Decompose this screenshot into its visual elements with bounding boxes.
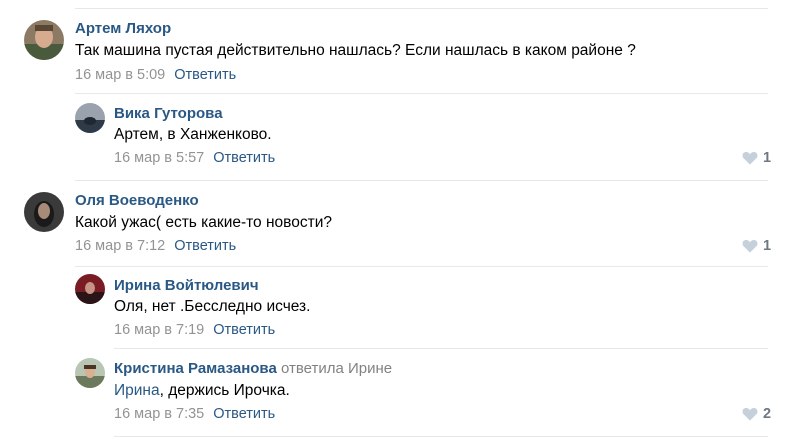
avatar[interactable] [24, 192, 64, 232]
avatar-photo [75, 274, 105, 304]
like-button[interactable]: 2 [742, 405, 771, 423]
comment-header: Артем Ляхор [75, 20, 171, 38]
comment-text: Ирина, держись Ирочка. [114, 381, 290, 401]
like-count: 1 [763, 238, 772, 254]
comment-meta: 16 мар в 7:12 Ответить [75, 237, 236, 255]
comment-item: Кристина Рамазанова ответила Ирине Ирина… [0, 348, 800, 436]
comment-header: Ирина Войтюлевич [114, 277, 259, 295]
comment-meta: 16 мар в 5:09 Ответить [75, 66, 236, 84]
avatar[interactable] [75, 358, 105, 388]
reply-button[interactable]: Ответить [213, 322, 275, 338]
avatar-photo [24, 192, 64, 232]
comment-date[interactable]: 16 мар в 7:12 [75, 238, 165, 254]
comment-item: Вика Гуторова Артем, в Ханженково. 16 ма… [0, 93, 800, 180]
comment-item: Оля Воеводенко Какой ужас( есть какие-то… [0, 180, 800, 266]
avatar[interactable] [75, 274, 105, 304]
avatar-photo [75, 103, 105, 133]
comment-meta: 16 мар в 7:35 Ответить [114, 405, 275, 423]
heart-icon [742, 407, 758, 421]
like-button[interactable]: 1 [742, 237, 771, 255]
divider [114, 436, 768, 437]
author-link[interactable]: Оля Воеводенко [75, 192, 199, 209]
author-link[interactable]: Артем Ляхор [75, 20, 171, 37]
avatar[interactable] [24, 20, 64, 60]
comment-item: Артем Ляхор Так машина пустая действител… [0, 0, 800, 93]
reply-button[interactable]: Ответить [174, 67, 236, 83]
comment-text: Какой ужас( есть какие-то новости? [75, 214, 332, 231]
comment-text: Оля, нет .Бесследно исчез. [114, 298, 311, 315]
comment-date[interactable]: 16 мар в 5:57 [114, 150, 204, 166]
replied-to-label[interactable]: ответила Ирине [281, 360, 392, 377]
mention-link[interactable]: Ирина [114, 382, 160, 399]
comment-item: Ирина Войтюлевич Оля, нет .Бесследно исч… [0, 266, 800, 348]
comment-text: Артем, в Ханженково. [114, 126, 272, 143]
comment-header: Кристина Рамазанова ответила Ирине [114, 360, 392, 378]
like-count: 2 [763, 406, 772, 422]
author-link[interactable]: Кристина Рамазанова [114, 360, 277, 377]
reply-button[interactable]: Ответить [174, 238, 236, 254]
like-count: 1 [763, 150, 772, 166]
comment-text: Так машина пустая действительно нашлась?… [75, 42, 636, 59]
comment-date[interactable]: 16 мар в 5:09 [75, 67, 165, 83]
comment-meta: 16 мар в 5:57 Ответить [114, 149, 275, 167]
comment-date[interactable]: 16 мар в 7:35 [114, 406, 204, 422]
reply-button[interactable]: Ответить [213, 406, 275, 422]
like-button[interactable]: 1 [742, 149, 771, 167]
comment-header: Оля Воеводенко [75, 192, 199, 210]
author-link[interactable]: Ирина Войтюлевич [114, 277, 259, 294]
author-link[interactable]: Вика Гуторова [114, 105, 223, 122]
avatar-photo [75, 358, 105, 388]
comment-date[interactable]: 16 мар в 7:19 [114, 322, 204, 338]
heart-icon [742, 151, 758, 165]
comment-text-body: , держись Ирочка. [159, 382, 290, 399]
avatar-photo [24, 20, 64, 60]
comment-meta: 16 мар в 7:19 Ответить [114, 321, 275, 339]
reply-button[interactable]: Ответить [213, 150, 275, 166]
heart-icon [742, 239, 758, 253]
avatar[interactable] [75, 103, 105, 133]
comment-header: Вика Гуторова [114, 105, 223, 123]
